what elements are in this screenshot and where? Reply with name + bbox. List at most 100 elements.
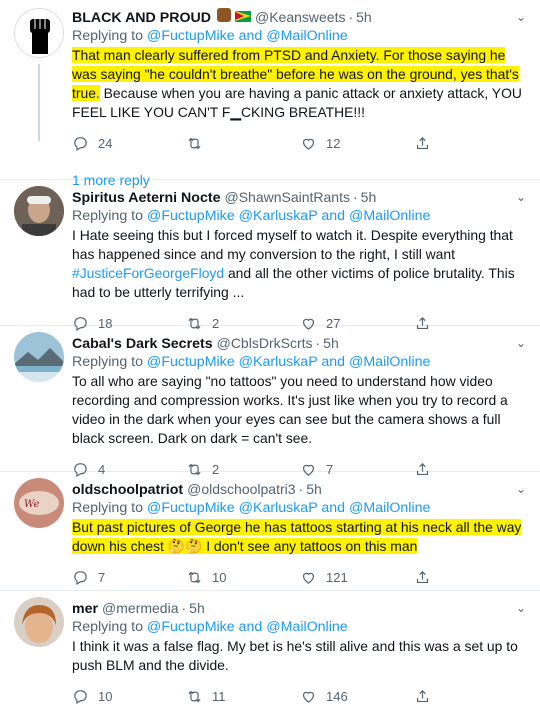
share-button[interactable]	[414, 688, 528, 705]
timestamp[interactable]: 5h	[356, 8, 372, 26]
like-button[interactable]: 121	[300, 569, 414, 586]
retweet-button[interactable]	[186, 135, 300, 152]
timestamp[interactable]: 5h	[361, 188, 377, 206]
reply-button[interactable]: 7	[72, 569, 186, 586]
display-name[interactable]: mer	[72, 600, 98, 618]
tweet-header: BLACK AND PROUD @Keansweets · 5h	[72, 8, 528, 27]
replying-to: Replying to @FuctupMike @KarluskaP and @…	[72, 354, 431, 370]
avatar-photo: We	[14, 478, 64, 528]
tweet-header: oldschoolpatriot @oldschoolpatri3 · 5h	[72, 480, 528, 499]
tweet-text: To all who are saying "no tattoos" you n…	[72, 373, 508, 446]
tweet-actions: 7 10 121	[72, 560, 528, 594]
reply-count: 7	[98, 569, 106, 585]
highlighted-text: But past pictures of George he has tatto…	[72, 519, 522, 554]
tweet-text: But past pictures of George he has tatto…	[72, 518, 528, 556]
separator: ·	[315, 335, 321, 351]
reply-count: 24	[98, 135, 113, 151]
share-button[interactable]	[414, 569, 528, 586]
chevron-down-icon[interactable]: ⌄	[516, 10, 526, 24]
reply-count: 10	[98, 688, 113, 704]
reply-icon	[74, 689, 87, 704]
like-count: 12	[326, 135, 341, 151]
retweet-icon	[188, 571, 201, 583]
avatar[interactable]	[14, 597, 64, 647]
reply-button[interactable]: 24	[72, 135, 186, 152]
tweet[interactable]: Cabal's Dark Secrets @CblsDrkScrts · 5h …	[0, 326, 540, 477]
reply-mentions[interactable]: @FuctupMike @KarluskaP and @MailOnline	[147, 208, 430, 224]
separator: ·	[298, 481, 304, 497]
handle[interactable]: @Keansweets	[255, 8, 345, 26]
reply-mentions[interactable]: @FuctupMike @KarluskaP and @MailOnline	[147, 354, 430, 370]
share-icon	[416, 570, 429, 583]
tweet[interactable]: Spiritus Aeterni Nocte @ShawnSaintRants …	[0, 180, 540, 331]
share-button[interactable]	[414, 135, 528, 152]
separator: ·	[348, 9, 354, 25]
tweet-actions: 24 12	[72, 126, 528, 160]
thread-line	[38, 64, 40, 141]
chevron-down-icon[interactable]: ⌄	[516, 336, 526, 350]
timestamp[interactable]: 5h	[323, 334, 339, 352]
guyana-flag-icon	[234, 11, 251, 22]
reply-icon	[74, 570, 87, 585]
replying-to: Replying to @FuctupMike and @MailOnline	[72, 28, 348, 44]
reply-mentions[interactable]: @FuctupMike @KarluskaP and @MailOnline	[147, 500, 430, 516]
handle[interactable]: @mermedia	[102, 599, 178, 617]
tweet[interactable]: We oldschoolpatriot @oldschoolpatri3 · 5…	[0, 472, 540, 591]
display-name[interactable]: Cabal's Dark Secrets	[72, 335, 213, 353]
svg-text:We: We	[24, 499, 39, 510]
reply-icon	[74, 136, 87, 151]
avatar-photo	[14, 597, 64, 647]
share-icon	[416, 136, 429, 149]
tweet-actions: 10 11 146	[72, 679, 528, 713]
share-icon	[416, 689, 429, 702]
chevron-down-icon[interactable]: ⌄	[516, 601, 526, 615]
avatar[interactable]	[14, 8, 64, 58]
heart-icon	[302, 138, 315, 150]
separator: ·	[181, 600, 187, 616]
like-count: 121	[326, 569, 348, 585]
chevron-down-icon[interactable]: ⌄	[516, 190, 526, 204]
heart-icon	[302, 691, 315, 703]
retweet-count: 11	[212, 688, 226, 704]
handle[interactable]: @ShawnSaintRants	[224, 188, 350, 206]
avatar[interactable]: We	[14, 478, 64, 528]
retweet-button[interactable]: 11	[186, 688, 300, 705]
heart-icon	[302, 572, 315, 584]
retweet-icon	[188, 137, 201, 149]
avatar[interactable]	[14, 332, 64, 382]
tweet[interactable]: mer @mermedia · 5h ⌄ Replying to @Fuctup…	[0, 591, 540, 714]
avatar-photo	[14, 332, 64, 382]
display-name[interactable]: oldschoolpatriot	[72, 481, 183, 499]
tweet-text: I Hate seeing this but I forced myself t…	[72, 227, 515, 300]
display-name[interactable]: BLACK AND PROUD	[72, 9, 211, 27]
replying-to: Replying to @FuctupMike and @MailOnline	[72, 619, 348, 635]
reply-mentions[interactable]: @FuctupMike and @MailOnline	[147, 28, 348, 44]
reply-button[interactable]: 10	[72, 688, 186, 705]
replying-to: Replying to @FuctupMike @KarluskaP and @…	[72, 208, 431, 224]
avatar[interactable]	[14, 186, 64, 236]
retweet-button[interactable]: 10	[186, 569, 300, 586]
like-button[interactable]: 146	[300, 688, 414, 705]
handle[interactable]: @CblsDrkScrts	[217, 334, 313, 352]
tweet-header: mer @mermedia · 5h	[72, 599, 528, 618]
tweet-text: I think it was a false flag. My bet is h…	[72, 638, 518, 673]
tweet[interactable]: BLACK AND PROUD @Keansweets · 5h ⌄ Reply…	[0, 0, 540, 188]
replying-to: Replying to @FuctupMike @KarluskaP and @…	[72, 500, 431, 516]
reply-mentions[interactable]: @FuctupMike and @MailOnline	[147, 619, 348, 635]
tweet-text: That man clearly suffered from PTSD and …	[72, 47, 522, 120]
retweet-icon	[188, 690, 201, 702]
tweet-header: Spiritus Aeterni Nocte @ShawnSaintRants …	[72, 188, 528, 207]
tweet-header: Cabal's Dark Secrets @CblsDrkScrts · 5h	[72, 334, 528, 353]
avatar-photo	[14, 186, 64, 236]
chevron-down-icon[interactable]: ⌄	[516, 482, 526, 496]
handle[interactable]: @oldschoolpatri3	[187, 480, 295, 498]
retweet-count: 10	[212, 569, 227, 585]
like-count: 146	[326, 688, 348, 704]
display-name[interactable]: Spiritus Aeterni Nocte	[72, 189, 220, 207]
fist-emoji-icon	[216, 8, 231, 22]
raised-fist-icon	[16, 10, 63, 57]
like-button[interactable]: 12	[300, 135, 414, 152]
timestamp[interactable]: 5h	[189, 599, 205, 617]
hashtag-link[interactable]: #JusticeForGeorgeFloyd	[72, 265, 224, 281]
timestamp[interactable]: 5h	[306, 480, 322, 498]
